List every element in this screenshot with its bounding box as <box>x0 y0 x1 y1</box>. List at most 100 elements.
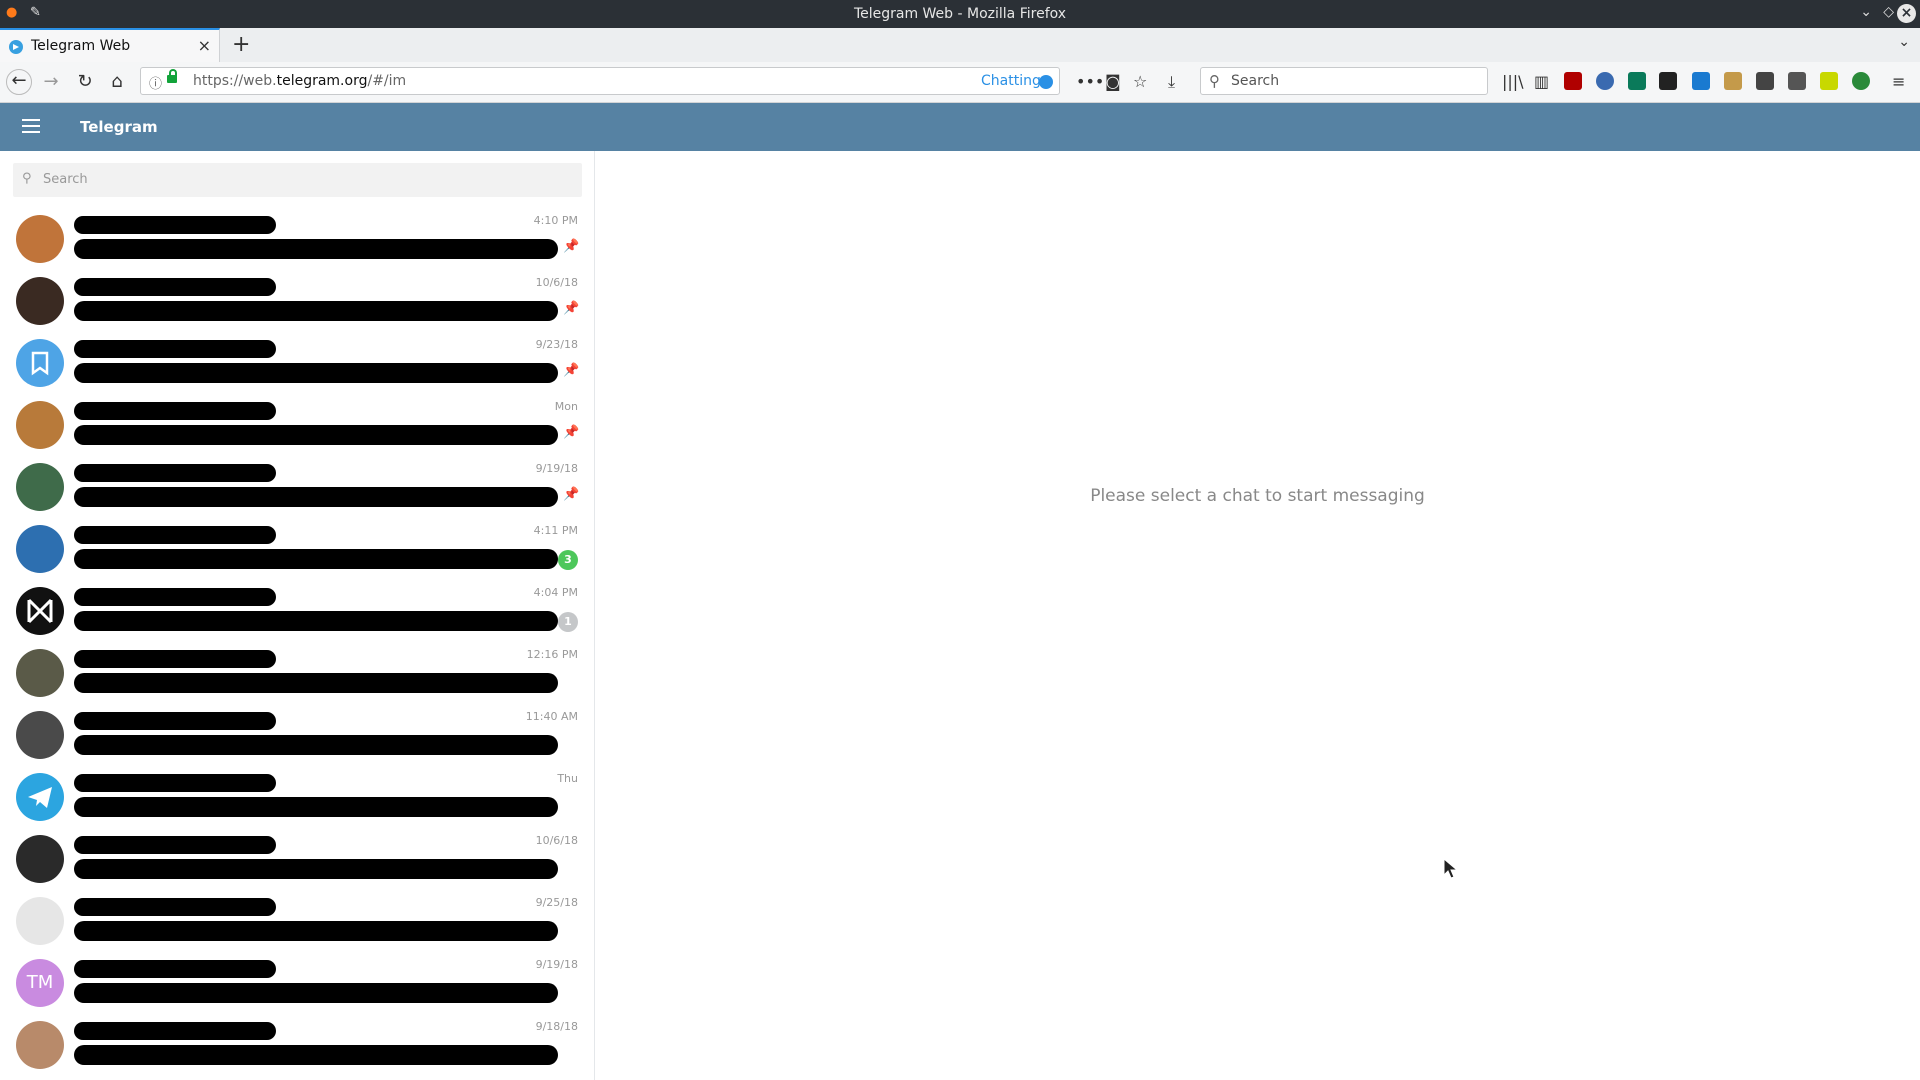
chat-list-item[interactable]: TM 9/19/18 <box>0 952 594 1014</box>
tab-list-chevron-icon[interactable]: ⌄ <box>1898 34 1910 50</box>
tab-telegram-web[interactable]: Telegram Web × <box>0 28 220 62</box>
chat-list-sidebar: ⚲ Search 4:10 PM 📌 10/6/18 📌 9/23/18 📌 Mon 📌 9/1… <box>0 151 595 1080</box>
redacted-message-preview <box>74 673 558 693</box>
chat-list-item[interactable]: 9/19/18 📌 <box>0 456 594 518</box>
skype-extension-icon[interactable] <box>1692 72 1710 90</box>
chat-list-item[interactable]: 4:11 PM 3 <box>0 518 594 580</box>
navigation-toolbar: ← → ↻ ⌂ ⓘ https://web.telegram.org/#/im … <box>0 62 1920 103</box>
lock-icon[interactable] <box>167 69 177 83</box>
chat-list-item[interactable]: Mon 📌 <box>0 394 594 456</box>
page-actions-menu-icon[interactable]: ••• <box>1076 72 1104 91</box>
back-icon[interactable]: ← <box>6 69 32 95</box>
unread-badge: 1 <box>558 612 578 632</box>
saved-messages-icon <box>16 339 64 387</box>
redacted-chat-name <box>74 464 276 482</box>
chat-list-item[interactable]: 4:04 PM 1 <box>0 580 594 642</box>
minimize-icon[interactable]: ⌄ <box>1860 4 1872 20</box>
chat-list-item[interactable]: 9/25/18 <box>0 890 594 952</box>
chat-list-item[interactable]: 9/18/18 <box>0 1014 594 1076</box>
chat-timestamp: Thu <box>557 772 578 785</box>
redacted-chat-name <box>74 216 276 234</box>
empty-state-message: Please select a chat to start messaging <box>1090 486 1425 506</box>
home-icon[interactable]: ⌂ <box>104 70 130 94</box>
chat-list-item[interactable]: 10/6/18 📌 <box>0 270 594 332</box>
sidebar-toggle-icon[interactable]: ▥ <box>1534 72 1549 91</box>
avatar: TM <box>16 959 64 1007</box>
chat-timestamp: 9/23/18 <box>535 338 578 351</box>
redacted-chat-name <box>74 340 276 358</box>
chat-list-item[interactable]: Thu <box>0 766 594 828</box>
bookmark-star-icon[interactable]: ☆ <box>1133 72 1147 91</box>
channel-logo-icon <box>16 587 64 635</box>
unread-badge: 3 <box>558 550 578 570</box>
maximize-icon[interactable]: ◇ <box>1883 4 1894 20</box>
redacted-message-preview <box>74 549 558 569</box>
window-title: Telegram Web - Mozilla Firefox <box>853 6 1067 22</box>
avatar <box>16 711 64 759</box>
close-window-icon[interactable]: × <box>1897 4 1916 23</box>
pin-icon: 📌 <box>563 487 580 502</box>
extension-shell-icon[interactable] <box>1852 72 1870 90</box>
search-icon: ⚲ <box>22 171 32 186</box>
browser-search-placeholder: Search <box>1231 73 1280 89</box>
reload-icon[interactable]: ↻ <box>72 70 98 94</box>
library-icon[interactable]: |||\ <box>1502 72 1524 91</box>
pin-icon: 📌 <box>563 425 580 440</box>
extension-eyes-icon[interactable] <box>1596 72 1614 90</box>
tab-strip: Telegram Web × + ⌄ <box>0 28 1920 63</box>
extension-grid-icon[interactable] <box>1788 72 1806 90</box>
redacted-chat-name <box>74 650 276 668</box>
redacted-message-preview <box>74 1045 558 1065</box>
browser-search-field[interactable]: ⚲ Search <box>1200 67 1488 95</box>
page-action-status-icon[interactable] <box>1039 75 1053 89</box>
redacted-message-preview <box>74 797 558 817</box>
site-info-icon[interactable]: ⓘ <box>149 73 162 92</box>
extension-brush-icon[interactable] <box>1724 72 1742 90</box>
page-action-chatting[interactable]: Chatting <box>981 73 1041 89</box>
redacted-message-preview <box>74 301 558 321</box>
chat-timestamp: 9/19/18 <box>535 462 578 475</box>
menu-icon[interactable] <box>22 119 40 133</box>
telegram-favicon-icon <box>9 40 23 54</box>
forward-icon[interactable]: → <box>38 70 64 94</box>
ublock-origin-icon[interactable] <box>1564 72 1582 90</box>
chat-timestamp: 10/6/18 <box>535 834 578 847</box>
redacted-chat-name <box>74 836 276 854</box>
chat-timestamp: Mon <box>554 400 578 413</box>
pin-icon: 📌 <box>563 301 580 316</box>
chat-list-item[interactable]: 10/6/18 <box>0 828 594 890</box>
avatar <box>16 277 64 325</box>
extension-arrows-icon[interactable] <box>1756 72 1774 90</box>
new-tab-icon[interactable]: + <box>232 32 250 57</box>
downloads-icon[interactable]: ⤓ <box>1168 72 1175 92</box>
avatar <box>16 649 64 697</box>
avatar <box>16 1021 64 1069</box>
pin-icon: 📌 <box>563 239 580 254</box>
chat-list-item[interactable]: 4:10 PM 📌 <box>0 208 594 270</box>
avatar <box>16 525 64 573</box>
chat-timestamp: 9/25/18 <box>535 896 578 909</box>
telegram-logo-icon <box>16 773 64 821</box>
close-tab-icon[interactable]: × <box>198 36 211 55</box>
redacted-message-preview <box>74 921 558 941</box>
pin-icon: 📌 <box>563 363 580 378</box>
avatar <box>16 215 64 263</box>
url-text[interactable]: https://web.telegram.org/#/im <box>193 73 406 89</box>
chat-list-item[interactable]: 9/23/18 📌 <box>0 332 594 394</box>
url-bar[interactable]: ⓘ https://web.telegram.org/#/im Chatting <box>140 67 1060 95</box>
chat-timestamp: 4:10 PM <box>533 214 578 227</box>
chat-search-input[interactable]: ⚲ Search <box>13 163 582 197</box>
pocket-icon[interactable]: ◙ <box>1105 72 1121 91</box>
chat-timestamp: 4:11 PM <box>533 524 578 537</box>
chat-list-item[interactable]: 11:40 AM <box>0 704 594 766</box>
chat-timestamp: 9/19/18 <box>535 958 578 971</box>
menu-hamburger-icon[interactable]: ≡ <box>1892 72 1905 91</box>
app-title: Telegram <box>80 118 158 136</box>
redacted-message-preview <box>74 735 558 755</box>
extension-s-icon[interactable] <box>1628 72 1646 90</box>
extension-colors-icon[interactable] <box>1820 72 1838 90</box>
redacted-chat-name <box>74 402 276 420</box>
extension-d-icon[interactable] <box>1659 72 1677 90</box>
redacted-message-preview <box>74 611 558 631</box>
chat-list-item[interactable]: 12:16 PM <box>0 642 594 704</box>
